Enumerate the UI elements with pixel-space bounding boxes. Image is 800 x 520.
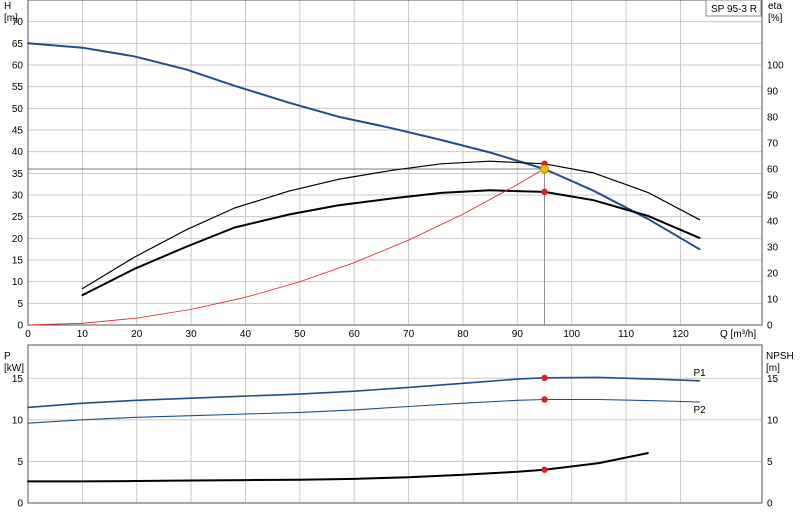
power-npsh-panel: 0 5 10 15 0 5 10 15 P[kW] NPSH[m] P1 P2: [4, 344, 794, 510]
y-left-tick-label: 5: [17, 299, 23, 310]
y-right-axis-label: [%]: [768, 13, 783, 24]
x-tick-label: 70: [403, 329, 415, 340]
y-left-tick-label: 55: [12, 82, 24, 93]
duty-point-marker: [541, 188, 548, 196]
y-left-tick-label: 35: [12, 169, 24, 180]
x-tick-label: 60: [349, 329, 361, 340]
y-left-tick-label: 40: [12, 147, 24, 158]
duty-point-marker: [540, 164, 549, 174]
y-right-axis-label: eta: [768, 1, 782, 12]
y-left-axis-label: [m]: [4, 13, 18, 24]
x-tick-label: 40: [240, 329, 252, 340]
series-eta_thin: [81, 160, 701, 290]
x-axis-label: Q [m³/h]: [720, 329, 756, 340]
plot-frame: [27, 0, 763, 326]
y-right-tick-label: 50: [767, 191, 779, 202]
y-right-tick-label: 10: [767, 415, 779, 426]
duty-point-marker: [541, 396, 548, 403]
series-H: [27, 42, 701, 251]
y-right-tick-label: 90: [767, 87, 779, 98]
y-left-tick-label: 50: [12, 104, 24, 115]
y-left-axis-label: H: [4, 1, 11, 12]
x-tick-label: 10: [77, 329, 89, 340]
x-tick-label: 0: [25, 329, 31, 340]
x-tick-label: 100: [563, 329, 580, 340]
y-right-tick-label: 60: [767, 165, 779, 176]
series-label-P2: P2: [693, 405, 706, 416]
y-right-tick-label: 40: [767, 217, 779, 228]
x-tick-label: 30: [186, 329, 198, 340]
series-eta_thick: [81, 189, 701, 297]
x-tick-label: 90: [512, 329, 524, 340]
y-left-tick-label: 25: [12, 212, 24, 223]
duty-point-marker: [541, 466, 548, 473]
y-right-axis-label: [m]: [766, 363, 780, 374]
x-tick-label: 120: [672, 329, 689, 340]
series-P1: [27, 376, 701, 409]
series-NPSH: [27, 452, 649, 483]
y-right-tick-label: 20: [767, 269, 779, 280]
x-tick-label: 80: [457, 329, 469, 340]
y-left-tick-label: 10: [12, 415, 24, 426]
y-right-tick-label: 5: [767, 457, 773, 468]
y-right-axis-label: NPSH: [766, 351, 794, 362]
y-left-axis-label: [kW]: [4, 363, 24, 374]
model-badge: SP 95-3 R: [705, 0, 762, 17]
y-right-tick-label: 70: [767, 139, 779, 150]
y-left-tick-label: 15: [12, 256, 24, 267]
x-tick-label: 20: [131, 329, 143, 340]
plot-frame: [27, 344, 763, 504]
y-right-tick-label: 0: [767, 499, 773, 510]
head-efficiency-panel: 0 5 10 15 20 25 30 35 40 45 50 55 60 65 70 0 10 20 30 40 50 6…: [4, 0, 784, 340]
model-label: SP 95-3 R: [711, 4, 757, 15]
y-left-tick-label: 65: [12, 39, 24, 50]
y-left-axis-label: P: [4, 351, 11, 362]
y-left-tick-label: 0: [17, 321, 23, 332]
y-left-tick-label: 30: [12, 191, 24, 202]
x-tick-label: 110: [618, 329, 634, 340]
series-label-P1: P1: [693, 368, 706, 379]
duty-point-marker: [541, 374, 548, 382]
y-right-tick-label: 10: [767, 295, 779, 306]
y-left-tick-label: 15: [12, 374, 24, 385]
y-left-tick-label: 20: [12, 234, 24, 245]
y-left-tick-label: 5: [17, 457, 23, 468]
x-tick-label: 50: [294, 329, 306, 340]
y-right-tick-label: 15: [767, 374, 779, 385]
y-left-tick-label: 60: [12, 61, 24, 72]
y-right-tick-label: 80: [767, 113, 779, 124]
y-right-tick-label: 30: [767, 243, 779, 254]
y-right-tick-label: 100: [767, 61, 784, 72]
y-left-tick-label: 0: [17, 499, 23, 510]
y-right-tick-label: 0: [767, 321, 773, 332]
y-left-tick-label: 45: [12, 126, 24, 137]
y-left-tick-label: 10: [12, 277, 24, 288]
pump-curve-chart: 0510152025303540455055606570010203040506…: [4, 0, 794, 510]
